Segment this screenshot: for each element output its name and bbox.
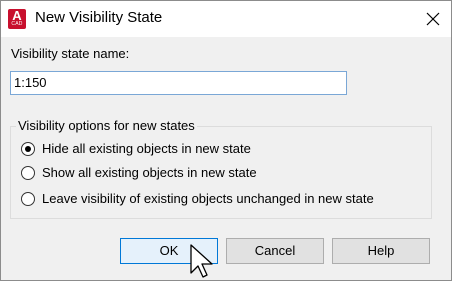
visibility-state-name-label: Visibility state name: xyxy=(11,46,130,61)
visibility-state-name-input[interactable]: 1:150 xyxy=(10,71,347,95)
app-icon-caption: CAD xyxy=(11,21,23,27)
radio-label[interactable]: Hide all existing objects in new state xyxy=(42,141,251,156)
radio-button[interactable] xyxy=(21,142,35,156)
radio-label[interactable]: Show all existing objects in new state xyxy=(42,165,257,180)
radio-label[interactable]: Leave visibility of existing objects unc… xyxy=(42,191,374,206)
radio-button[interactable] xyxy=(21,192,35,206)
help-button[interactable]: Help xyxy=(332,238,430,264)
radio-button[interactable] xyxy=(21,166,35,180)
close-icon xyxy=(426,12,440,26)
cancel-button[interactable]: Cancel xyxy=(226,238,324,264)
window-title: New Visibility State xyxy=(35,9,163,26)
new-visibility-state-dialog: A CAD New Visibility State Visibility st… xyxy=(0,0,452,281)
mouse-pointer-icon xyxy=(190,244,213,278)
autocad-app-icon: A CAD xyxy=(8,8,26,29)
close-button[interactable] xyxy=(416,1,450,37)
visibility-options-legend: Visibility options for new states xyxy=(16,118,197,133)
title-bar[interactable]: A CAD New Visibility State xyxy=(1,1,451,37)
radio-selected-dot xyxy=(25,146,31,152)
